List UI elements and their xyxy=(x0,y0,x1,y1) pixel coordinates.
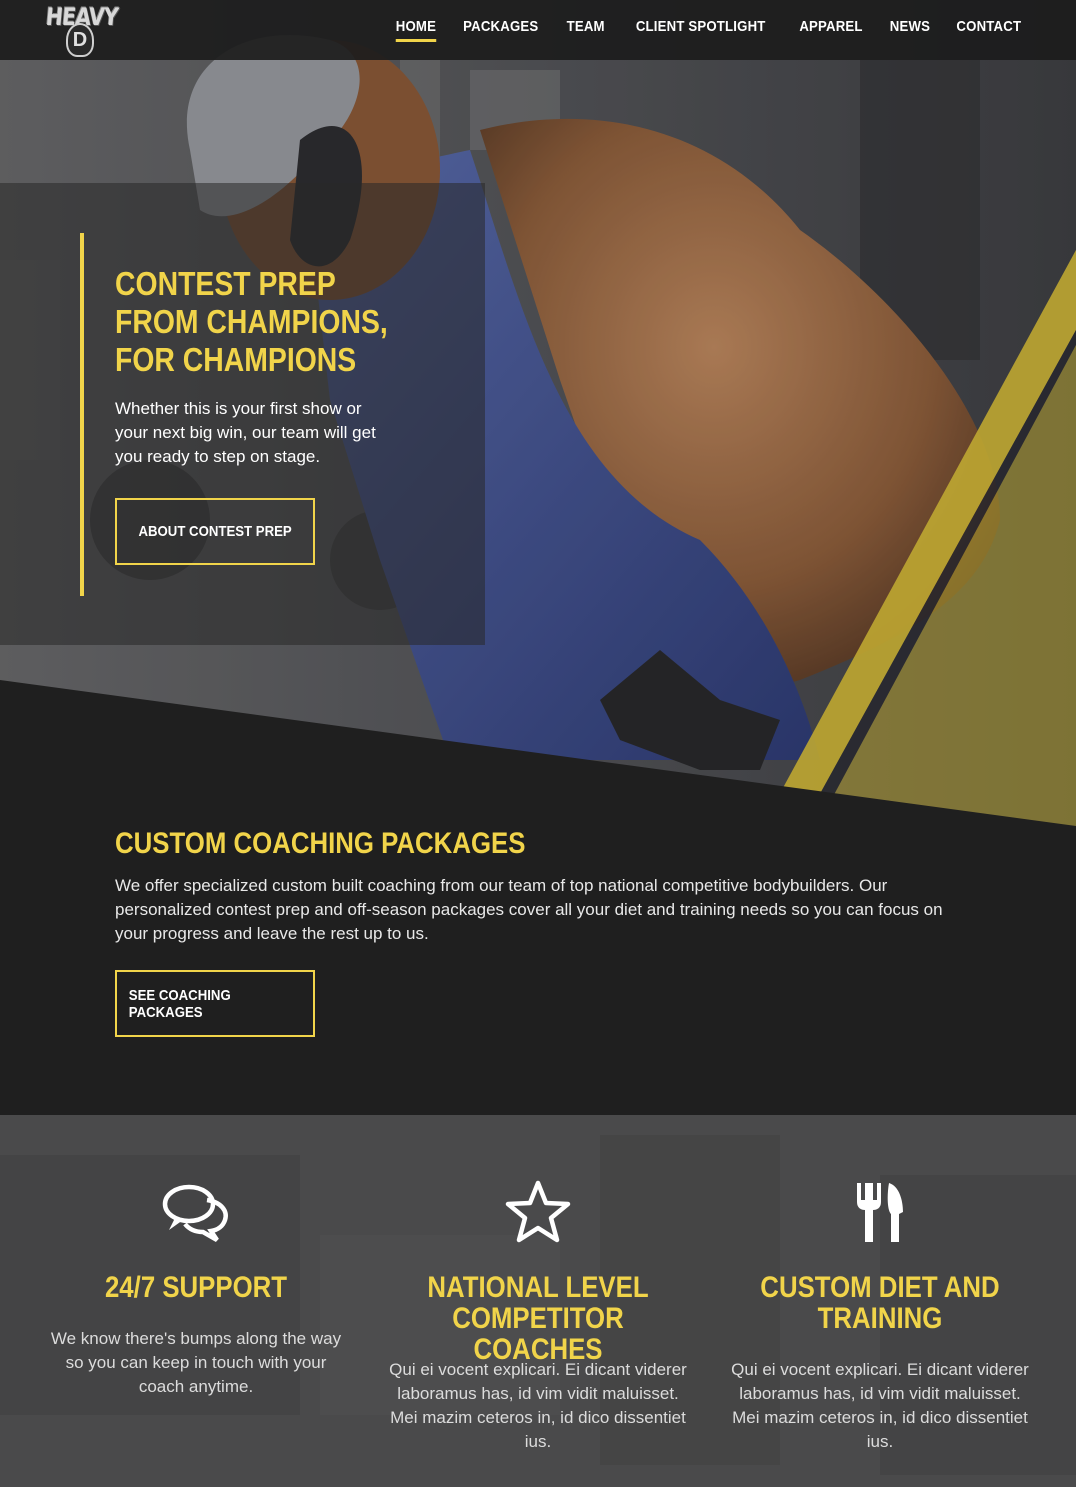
main-nav: HOME PACKAGES TEAM CLIENT SPOTLIGHT APPA… xyxy=(393,18,1026,42)
star-icon xyxy=(505,1180,571,1243)
about-contest-prep-label: ABOUT CONTEST PREP xyxy=(138,523,292,540)
nav-packages[interactable]: PACKAGES xyxy=(464,18,539,42)
feature-support-title: 24/7 SUPPORT xyxy=(104,1271,288,1304)
features-section: 24/7 SUPPORT We know there's bumps along… xyxy=(0,1115,1076,1487)
nav-apparel[interactable]: APPAREL xyxy=(799,18,862,42)
see-coaching-packages-label: SEE COACHING PACKAGES xyxy=(128,986,231,1021)
packages-title: CUSTOM COACHING PACKAGES xyxy=(115,827,526,860)
nav-news[interactable]: NEWS xyxy=(889,18,929,42)
logo-emblem: D xyxy=(66,23,94,57)
hero-description: Whether this is your first show or your … xyxy=(115,399,376,466)
feature-coaches-text: Qui ei vocent explicari. Ei dicant vider… xyxy=(389,1360,687,1451)
chat-bubbles-icon xyxy=(162,1184,228,1242)
nav-client-spotlight[interactable]: CLIENT SPOTLIGHT xyxy=(636,18,766,42)
hero-section: CONTEST PREP FROM CHAMPIONS, FOR CHAMPIO… xyxy=(0,0,1076,830)
nav-home[interactable]: HOME xyxy=(395,18,436,42)
see-coaching-packages-button[interactable]: SEE COACHING PACKAGES xyxy=(115,970,315,1037)
feature-diet-text: Qui ei vocent explicari. Ei dicant vider… xyxy=(731,1360,1029,1451)
site-header: HEAVY D HOME PACKAGES TEAM CLIENT SPOTLI… xyxy=(0,0,1076,60)
feature-support-text: We know there's bumps along the way so y… xyxy=(50,1329,342,1396)
site-logo[interactable]: HEAVY D xyxy=(40,1,120,59)
nav-contact[interactable]: CONTACT xyxy=(957,18,1022,42)
packages-description: We offer specialized custom built coachi… xyxy=(115,876,943,943)
hero-title: CONTEST PREP FROM CHAMPIONS, FOR CHAMPIO… xyxy=(115,265,388,378)
fork-knife-icon xyxy=(857,1183,903,1242)
nav-team[interactable]: TEAM xyxy=(567,18,605,42)
hero-accent-bar xyxy=(80,233,84,596)
about-contest-prep-button[interactable]: ABOUT CONTEST PREP xyxy=(115,498,315,565)
feature-coaches-title: NATIONAL LEVEL COMPETITOR COACHES xyxy=(427,1271,649,1366)
feature-diet-title: CUSTOM DIET AND TRAINING xyxy=(760,1271,1000,1335)
